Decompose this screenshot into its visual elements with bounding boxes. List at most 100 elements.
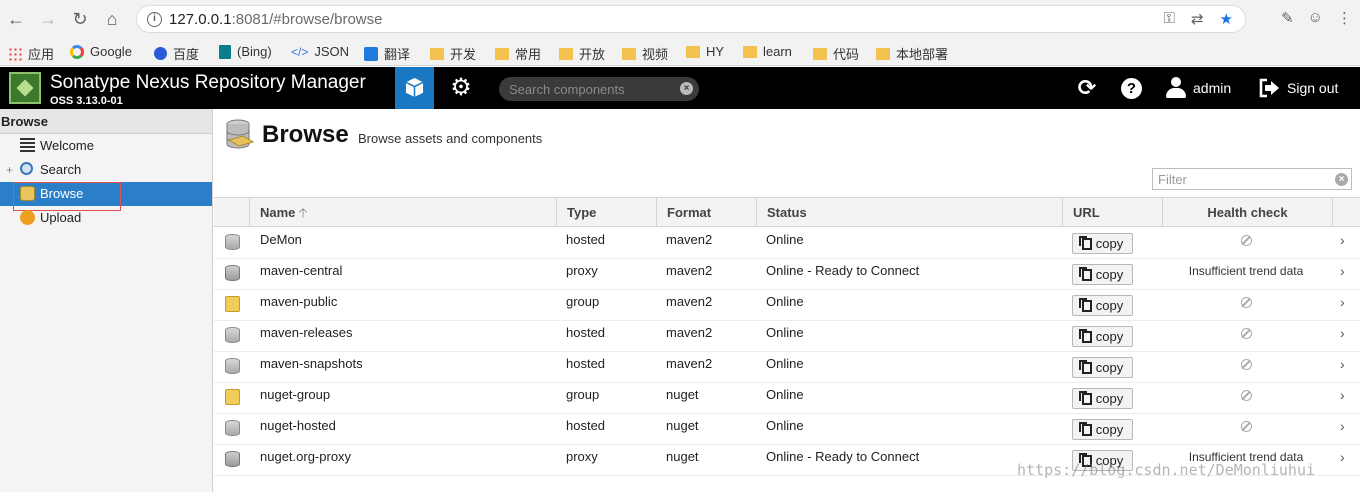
eyedropper-icon[interactable]: ✎	[1281, 9, 1294, 27]
copy-url-button[interactable]: copy	[1072, 388, 1133, 409]
page-subtitle: Browse assets and components	[358, 131, 543, 146]
repo-status: Online - Ready to Connect	[766, 263, 920, 278]
column-header-type[interactable]: Type	[556, 198, 656, 227]
chevron-right-icon[interactable]: ›	[1340, 321, 1345, 345]
sign-out-link[interactable]: Sign out	[1287, 80, 1338, 96]
column-header-name[interactable]: Name 🡡	[249, 198, 556, 227]
bookmark-star-icon[interactable]: ★	[1220, 10, 1233, 28]
column-header-health-check[interactable]: Health check	[1162, 198, 1332, 227]
repo-type: proxy	[566, 263, 598, 278]
address-bar[interactable]: i 127.0.0.1:8081/#browse/browse ⚿ ⇄ ★	[136, 5, 1246, 33]
disabled-icon[interactable]	[1240, 390, 1252, 402]
expand-plus-icon[interactable]: +	[6, 158, 13, 182]
column-header-format[interactable]: Format	[656, 198, 756, 227]
chevron-right-icon[interactable]: ›	[1340, 414, 1345, 438]
copy-label: copy	[1095, 391, 1124, 406]
health-check-cell[interactable]	[1161, 383, 1331, 407]
table-row[interactable]: nuget-group group nuget Online copy ›	[214, 383, 1360, 414]
sort-ascending-icon: 🡡	[298, 205, 308, 220]
disabled-icon[interactable]	[1240, 297, 1252, 309]
copy-url-button[interactable]: copy	[1072, 233, 1133, 254]
reload-icon[interactable]: ↻	[70, 9, 90, 29]
browse-mode-button[interactable]	[395, 67, 434, 109]
bookmark-folder-common[interactable]: 常用	[495, 44, 541, 63]
table-row[interactable]: maven-public group maven2 Online copy ›	[214, 290, 1360, 321]
column-header-url[interactable]: URL	[1062, 198, 1162, 227]
chevron-right-icon[interactable]: ›	[1340, 383, 1345, 407]
bookmark-baidu[interactable]: 百度	[154, 44, 199, 63]
bookmark-folder-hy[interactable]: HY	[686, 44, 724, 59]
sign-out-icon[interactable]	[1258, 78, 1280, 98]
chevron-right-icon[interactable]: ›	[1340, 228, 1345, 252]
repo-type: hosted	[566, 232, 606, 247]
bookmark-folder-dev[interactable]: 开发	[430, 44, 476, 63]
forward-icon[interactable]: →	[38, 9, 58, 29]
clear-filter-icon[interactable]: ×	[1335, 173, 1348, 186]
copy-url-button[interactable]: copy	[1072, 357, 1133, 378]
bookmark-json[interactable]: </> JSON	[291, 44, 349, 59]
menu-dots-icon[interactable]: ⋮	[1337, 9, 1352, 27]
copy-url-button[interactable]: copy	[1072, 264, 1133, 285]
bookmark-bing[interactable]: (Bing)	[219, 44, 272, 59]
column-label: Status	[767, 205, 807, 220]
user-icon[interactable]	[1166, 77, 1186, 99]
emoji-extension-icon[interactable]: ☺	[1308, 9, 1323, 27]
bookmark-folder-video[interactable]: 视频	[622, 44, 668, 63]
chevron-right-icon[interactable]: ›	[1340, 259, 1345, 283]
disabled-icon[interactable]	[1240, 421, 1252, 433]
home-icon[interactable]: ⌂	[102, 9, 122, 29]
sidebar-item-welcome[interactable]: Welcome	[0, 134, 212, 158]
health-check-cell[interactable]	[1161, 352, 1331, 376]
search-components-input[interactable]	[499, 77, 699, 101]
gear-icon[interactable]: ⚙	[448, 76, 474, 100]
site-info-icon[interactable]: i	[147, 12, 162, 27]
health-check-cell[interactable]	[1161, 290, 1331, 314]
hosted-repo-icon	[225, 358, 240, 374]
back-icon[interactable]: ←	[6, 9, 26, 29]
copy-url-button[interactable]: copy	[1072, 419, 1133, 440]
table-row[interactable]: maven-snapshots hosted maven2 Online copy ›	[214, 352, 1360, 383]
sidebar-item-browse[interactable]: Browse	[0, 182, 212, 211]
user-name[interactable]: admin	[1193, 80, 1231, 96]
column-header-status[interactable]: Status	[756, 198, 1062, 227]
apps-grid-icon	[8, 46, 22, 61]
translate-page-icon[interactable]: ⇄	[1191, 10, 1204, 28]
bookmark-translate[interactable]: 翻译	[364, 44, 410, 63]
bookmark-apps[interactable]: 应用	[8, 44, 54, 63]
sidebar-item-upload[interactable]: Upload	[0, 206, 212, 230]
repo-format: nuget	[666, 387, 699, 402]
clear-search-icon[interactable]: ×	[680, 82, 693, 95]
hosted-repo-icon	[225, 420, 240, 436]
health-check-cell[interactable]	[1161, 321, 1331, 345]
table-row[interactable]: nuget-hosted hosted nuget Online copy ›	[214, 414, 1360, 445]
extensions: ✎ ☺ ⋮	[1281, 9, 1352, 27]
nexus-logo-icon	[9, 72, 41, 104]
address-url[interactable]: 127.0.0.1:8081/#browse/browse	[169, 11, 383, 28]
repo-name: nuget-group	[260, 387, 331, 402]
refresh-icon[interactable]: ⟳	[1076, 77, 1098, 99]
bookmark-folder-learn[interactable]: learn	[743, 44, 792, 59]
copy-url-button[interactable]: copy	[1072, 326, 1133, 347]
chevron-right-icon[interactable]: ›	[1340, 445, 1345, 469]
table-row[interactable]: maven-central proxy maven2 Online - Ready t…	[214, 259, 1360, 290]
table-row[interactable]: DeMon hosted maven2 Online copy ›	[214, 228, 1360, 259]
bookmark-google[interactable]: Google	[70, 44, 132, 59]
disabled-icon[interactable]	[1240, 328, 1252, 340]
table-row[interactable]: maven-releases hosted maven2 Online copy ›	[214, 321, 1360, 352]
copy-url-button[interactable]: copy	[1072, 295, 1133, 316]
bookmark-folder-local[interactable]: 本地部署	[876, 44, 948, 63]
disabled-icon[interactable]	[1240, 235, 1252, 247]
bookmark-folder-code[interactable]: 代码	[813, 44, 859, 63]
repo-type: hosted	[566, 356, 606, 371]
bookmark-folder-open[interactable]: 开放	[559, 44, 605, 63]
health-check-cell[interactable]	[1161, 228, 1331, 252]
bookmark-label: 百度	[173, 47, 200, 62]
disabled-icon[interactable]	[1240, 359, 1252, 371]
key-icon[interactable]: ⚿	[1164, 10, 1175, 28]
chevron-right-icon[interactable]: ›	[1340, 290, 1345, 314]
help-icon[interactable]: ?	[1121, 78, 1142, 99]
chevron-right-icon[interactable]: ›	[1340, 352, 1345, 376]
sidebar-item-search[interactable]: + Search	[0, 158, 212, 182]
filter-input[interactable]	[1152, 168, 1352, 190]
health-check-cell[interactable]	[1161, 414, 1331, 438]
